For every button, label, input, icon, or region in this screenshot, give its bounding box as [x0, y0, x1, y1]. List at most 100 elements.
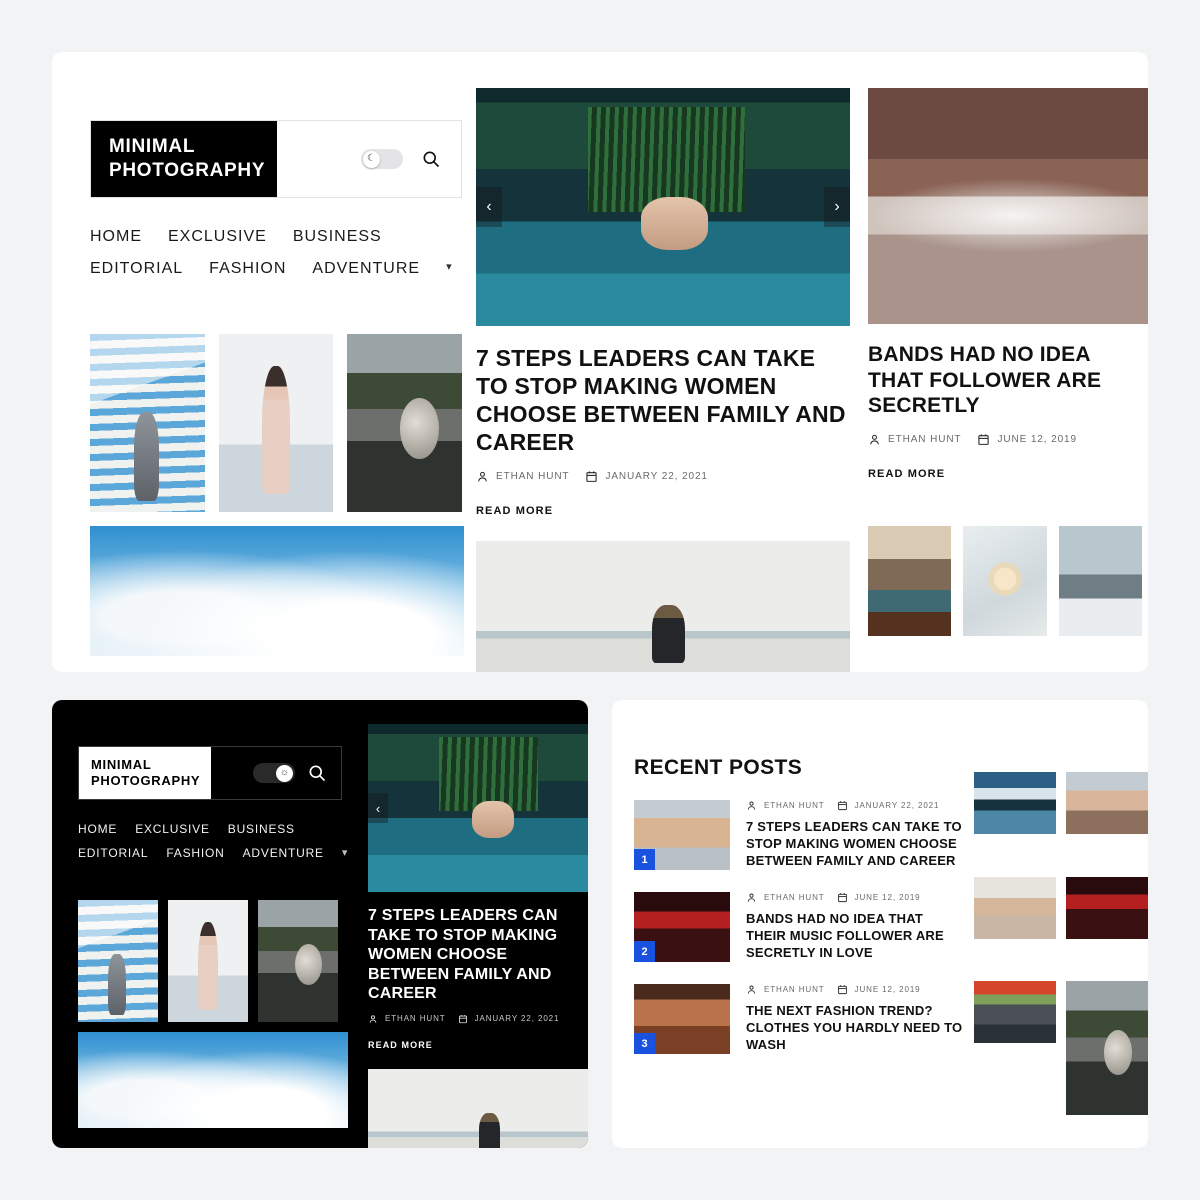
gallery-thumb-road[interactable] [258, 900, 338, 1022]
moon-icon: ☾ [363, 150, 380, 168]
read-more-link[interactable]: READ MORE [368, 1040, 433, 1050]
list-item[interactable]: 2 ETHAN HUNT JUNE 12, 2019 BANDS HAD NO … [634, 892, 964, 962]
nav-item-editorial[interactable]: EDITORIAL [90, 260, 183, 278]
gallery-thumb-street[interactable] [90, 334, 205, 512]
read-more-link[interactable]: READ MORE [868, 468, 945, 480]
user-icon [478, 472, 487, 482]
user-icon [747, 801, 756, 810]
calendar-icon [837, 801, 847, 811]
gallery-thumb-road[interactable] [347, 334, 463, 512]
recent-posts-list: RECENT POSTS 1 ETHAN HUNT JANUARY 22, 20… [634, 756, 964, 1148]
calendar-icon [586, 471, 598, 483]
gallery-tile-concert[interactable] [1066, 876, 1148, 939]
recent-post-meta: ETHAN HUNT JUNE 12, 2019 [746, 984, 964, 995]
left-column: MINIMAL PHOTOGRAPHY ☾ HOME EXCLUSIVE BUS… [52, 52, 464, 672]
nav-item-business[interactable]: BUSINESS [228, 822, 295, 836]
author-meta: ETHAN HUNT [476, 470, 569, 483]
side-gallery-thumb-flatlay[interactable] [963, 525, 1047, 636]
author-name: ETHAN HUNT [764, 893, 825, 902]
recent-posts-card: RECENT POSTS 1 ETHAN HUNT JANUARY 22, 20… [612, 700, 1148, 1148]
nav-item-home[interactable]: HOME [78, 822, 117, 836]
post-date: JUNE 12, 2019 [997, 433, 1077, 445]
recent-post-body: ETHAN HUNT JANUARY 22, 2021 7 STEPS LEAD… [746, 800, 964, 870]
post-date: JUNE 12, 2019 [854, 985, 921, 994]
side-gallery-thumb-city[interactable] [868, 525, 952, 636]
author-name: ETHAN HUNT [385, 1014, 446, 1024]
calendar-icon [978, 434, 990, 445]
chevron-right-icon[interactable]: › [824, 187, 850, 227]
post-date: JUNE 12, 2019 [854, 893, 921, 902]
author-name: ETHAN HUNT [764, 801, 825, 810]
dark-hero-carousel[interactable]: ‹ [368, 724, 588, 892]
gallery-tile-family[interactable] [974, 876, 1056, 939]
chevron-down-icon[interactable]: ▾ [342, 846, 348, 860]
light-theme-preview-card: MINIMAL PHOTOGRAPHY ☾ HOME EXCLUSIVE BUS… [52, 52, 1148, 672]
sun-icon: ☼ [276, 764, 293, 782]
dark-mode-toggle[interactable]: ☼ [253, 763, 295, 783]
side-article-image[interactable] [868, 88, 1148, 324]
nav-item-home[interactable]: HOME [90, 228, 142, 246]
logo-line-2: PHOTOGRAPHY [109, 160, 266, 181]
recent-post-body: ETHAN HUNT JUNE 12, 2019 THE NEXT FASHIO… [746, 984, 964, 1054]
recent-post-thumbnail[interactable]: 3 [634, 984, 730, 1054]
search-icon[interactable] [307, 763, 327, 783]
nav-item-fashion[interactable]: FASHION [166, 846, 224, 860]
nav-item-exclusive[interactable]: EXCLUSIVE [135, 822, 210, 836]
calendar-icon [837, 985, 847, 995]
author-name: ETHAN HUNT [764, 985, 825, 994]
nav-item-adventure[interactable]: ADVENTURE [312, 260, 420, 278]
side-gallery-thumb-mountain[interactable] [1058, 525, 1142, 636]
gallery-tile-crowd[interactable] [974, 981, 1056, 1044]
date-meta: JANUARY 22, 2021 [837, 800, 940, 811]
secondary-post-image[interactable] [476, 541, 850, 672]
recent-post-title[interactable]: THE NEXT FASHION TREND? CLOTHES YOU HARD… [746, 1003, 964, 1054]
recent-post-title[interactable]: BANDS HAD NO IDEA THAT THEIR MUSIC FOLLO… [746, 911, 964, 962]
author-meta: ETHAN HUNT [368, 1014, 446, 1024]
hero-carousel[interactable]: ‹ › [476, 88, 850, 326]
gallery-wide-sky-image[interactable] [90, 526, 464, 656]
calendar-icon [458, 1014, 467, 1023]
recent-post-thumbnail[interactable]: 2 [634, 892, 730, 962]
gallery-thumb-model[interactable] [168, 900, 248, 1022]
nav-item-adventure[interactable]: ADVENTURE [243, 846, 324, 860]
rank-badge: 3 [634, 1033, 655, 1054]
search-icon[interactable] [421, 149, 441, 169]
post-date: JANUARY 22, 2021 [605, 471, 708, 483]
dark-featured-post-title[interactable]: 7 STEPS LEADERS CAN TAKE TO STOP MAKING … [368, 906, 588, 1004]
chevron-left-icon[interactable]: ‹ [368, 793, 388, 823]
recent-post-thumbnail[interactable]: 1 [634, 800, 730, 870]
gallery-thumb-model[interactable] [218, 334, 334, 512]
author-name: ETHAN HUNT [496, 471, 570, 483]
chevron-left-icon[interactable]: ‹ [476, 187, 502, 227]
gallery-tile-couple[interactable] [1066, 772, 1148, 834]
nav-item-business[interactable]: BUSINESS [293, 228, 382, 246]
list-item[interactable]: 3 ETHAN HUNT JUNE 12, 2019 THE NEXT FASH… [634, 984, 964, 1054]
nav-item-exclusive[interactable]: EXCLUSIVE [168, 228, 267, 246]
recent-post-title[interactable]: 7 STEPS LEADERS CAN TAKE TO STOP MAKING … [746, 819, 964, 870]
logo-line-1: MINIMAL [109, 136, 196, 158]
list-item[interactable]: 1 ETHAN HUNT JANUARY 22, 2021 7 STEPS LE… [634, 800, 964, 870]
gallery-thumb-street[interactable] [78, 900, 158, 1022]
date-meta: JUNE 12, 2019 [837, 984, 921, 995]
featured-post-title[interactable]: 7 STEPS LEADERS CAN TAKE TO STOP MAKING … [476, 344, 852, 456]
post-date: JANUARY 22, 2021 [854, 801, 940, 810]
nav-item-fashion[interactable]: FASHION [209, 260, 286, 278]
calendar-icon [837, 893, 847, 903]
dark-mode-toggle[interactable]: ☾ [361, 149, 403, 169]
gallery-tile-road[interactable] [1066, 981, 1148, 1116]
featured-post-meta: ETHAN HUNT JANUARY 22, 2021 [476, 470, 852, 483]
dark-site-logo[interactable]: MINIMAL PHOTOGRAPHY [79, 747, 211, 799]
read-more-link[interactable]: READ MORE [476, 505, 553, 517]
chevron-down-icon[interactable]: ▾ [446, 260, 452, 278]
dark-secondary-post-image[interactable] [368, 1068, 588, 1148]
side-article-title[interactable]: BANDS HAD NO IDEA THAT FOLLOWER ARE SECR… [868, 342, 1142, 419]
side-gallery-row [868, 525, 1142, 636]
nav-item-editorial[interactable]: EDITORIAL [78, 846, 148, 860]
author-meta: ETHAN HUNT [868, 433, 961, 446]
side-article-meta: ETHAN HUNT JUNE 12, 2019 [868, 433, 1142, 446]
dark-gallery-wide-sky-image[interactable] [78, 1032, 348, 1128]
date-meta: JUNE 12, 2019 [977, 433, 1077, 446]
site-logo[interactable]: MINIMAL PHOTOGRAPHY [91, 121, 277, 197]
gallery-tile-lake[interactable] [974, 772, 1056, 834]
author-meta: ETHAN HUNT [746, 892, 825, 903]
